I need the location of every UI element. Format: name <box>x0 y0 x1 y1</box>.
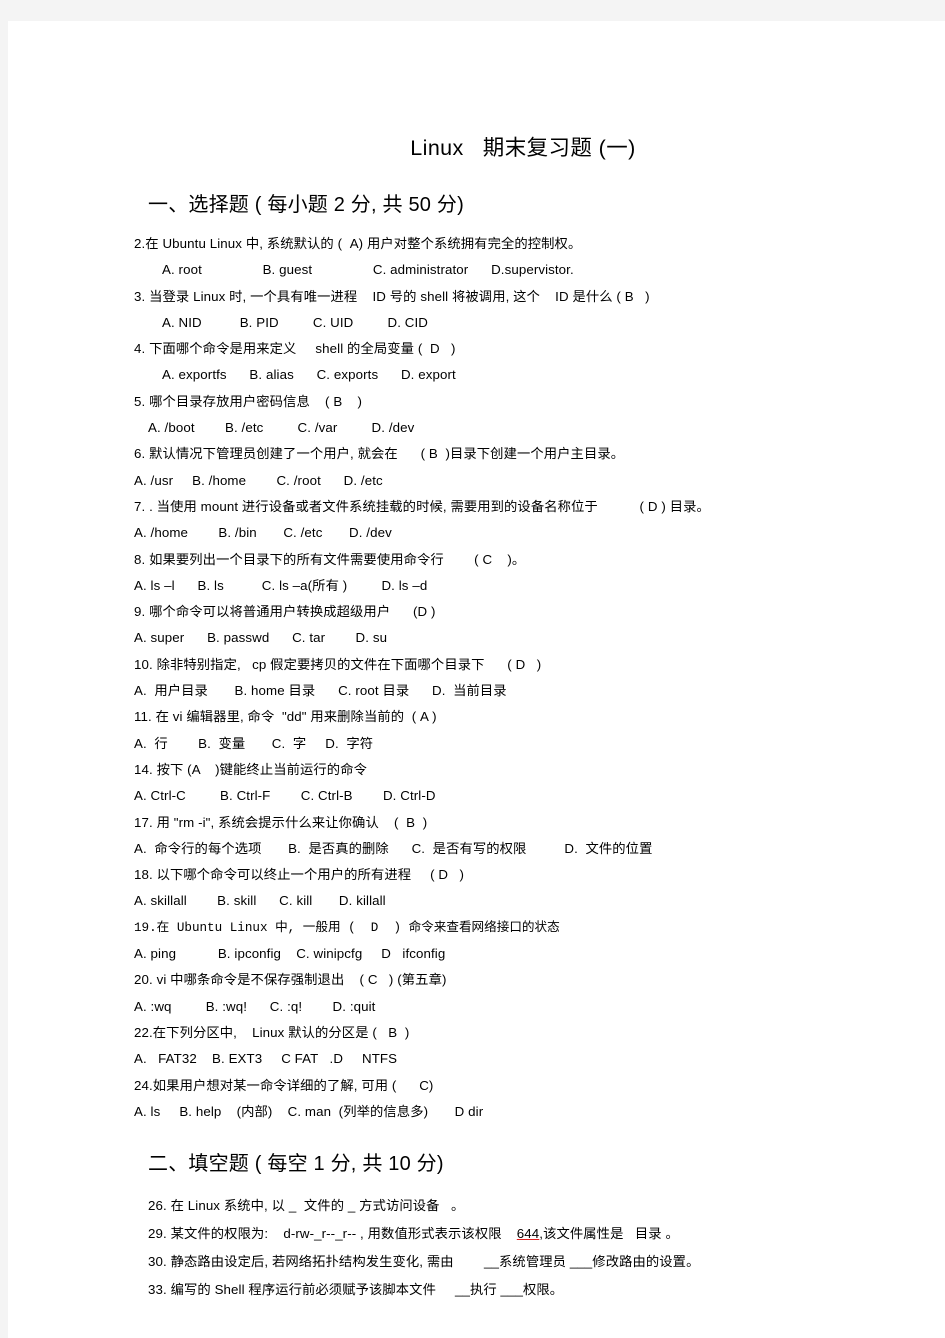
document-page: Linux 期末复习题 (一) 一、选择题 ( 每小题 2 分, 共 50 分)… <box>8 21 945 1338</box>
option-line: A. root B. guest C. administrator D.supe… <box>162 262 574 278</box>
question-line: 19.在 Ubuntu Linux 中, 一般用 ( D ) 命令来查看网络接口… <box>134 920 560 935</box>
fill-in-blank-line: 29. 某文件的权限为: d-rw-_r--_r-- , 用数值形式表示该权限 … <box>134 1220 894 1248</box>
option-line: A. ls –l B. ls C. ls –a(所有 ) D. ls –d <box>134 577 428 593</box>
option-line: A. NID B. PID C. UID D. CID <box>162 314 429 330</box>
fill-text-pre: 26. 在 Linux 系统中, 以 _ 文件的 _ 方式访问设备 。 <box>148 1198 465 1214</box>
question-line: 4. 下面哪个命令是用来定义 shell 的全局变量 ( D ) <box>134 341 456 357</box>
fill-text-pre: 30. 静态路由设定后, 若网络拓扑结构发生变化, 需由 __系统管理员 ___… <box>148 1254 700 1270</box>
question-line: 6. 默认情况下管理员创建了一个用户, 就会在 ( B )目录下创建一个用户主目… <box>134 446 625 462</box>
page-title: Linux 期末复习题 (一) <box>410 136 636 160</box>
fill-in-blank-line: 26. 在 Linux 系统中, 以 _ 文件的 _ 方式访问设备 。 <box>134 1192 894 1220</box>
option-line: A. ping B. ipconfig C. winipcfg D ifconf… <box>134 946 446 962</box>
multiple-choice-question-list: 2.在 Ubuntu Linux 中, 系统默认的 ( A) 用户对整个系统拥有… <box>134 231 894 1125</box>
fill-text-post: ,该文件属性是 目录 。 <box>539 1226 679 1242</box>
option-line: A. skillall B. skill C. kill D. killall <box>134 893 386 909</box>
question-line: 24.如果用户想对某一命令详细的了解, 可用 ( C) <box>134 1077 434 1093</box>
misspelled-value: 644 <box>516 1226 540 1242</box>
option-line: A. /usr B. /home C. /root D. /etc <box>134 472 383 488</box>
option-line: A. /home B. /bin C. /etc D. /dev <box>134 525 392 541</box>
option-line: A. super B. passwd C. tar D. su <box>134 630 388 646</box>
option-line: A. Ctrl-C B. Ctrl-F C. Ctrl-B D. Ctrl-D <box>134 788 436 804</box>
option-line: A. exportfs B. alias C. exports D. expor… <box>162 367 456 383</box>
section-heading-fill-in-blank: 二、填空题 ( 每空 1 分, 共 10 分) <box>148 1153 444 1176</box>
option-line: A. /boot B. /etc C. /var D. /dev <box>148 420 415 436</box>
question-line: 2.在 Ubuntu Linux 中, 系统默认的 ( A) 用户对整个系统拥有… <box>134 236 582 251</box>
question-line: 7. . 当使用 mount 进行设备或者文件系统挂载的时候, 需要用到的设备名… <box>134 498 710 514</box>
question-line: 5. 哪个目录存放用户密码信息 ( B ) <box>134 393 363 409</box>
option-line: A. 用户目录 B. home 目录 C. root 目录 D. 当前目录 <box>134 683 507 699</box>
fill-text-pre: 33. 编写的 Shell 程序运行前必须赋予该脚本文件 __执行 ___权限。 <box>148 1282 564 1298</box>
option-line: A. FAT32 B. EXT3 C FAT .D NTFS <box>134 1051 398 1067</box>
question-line: 22.在下列分区中, Linux 默认的分区是 ( B ) <box>134 1024 410 1040</box>
question-line: 18. 以下哪个命令可以终止一个用户的所有进程 ( D ) <box>134 867 465 883</box>
fill-in-blank-line: 30. 静态路由设定后, 若网络拓扑结构发生变化, 需由 __系统管理员 ___… <box>134 1248 894 1276</box>
question-line: 11. 在 vi 编辑器里, 命令 "dd" 用来删除当前的 ( A ) <box>134 709 437 725</box>
option-line: A. :wq B. :wq! C. :q! D. :quit <box>134 998 376 1014</box>
fill-in-blank-line: 33. 编写的 Shell 程序运行前必须赋予该脚本文件 __执行 ___权限。 <box>134 1276 894 1304</box>
question-line: 17. 用 "rm -i", 系统会提示什么来让你确认 ( B ) <box>134 814 428 830</box>
question-line: 9. 哪个命令可以将普通用户转换成超级用户 (D ) <box>134 604 436 620</box>
question-line: 14. 按下 (A )键能终止当前运行的命令 <box>134 761 368 777</box>
question-line: 8. 如果要列出一个目录下的所有文件需要使用命令行 ( C )。 <box>134 551 526 567</box>
section-heading-multiple-choice: 一、选择题 ( 每小题 2 分, 共 50 分) <box>148 194 464 216</box>
question-line: 10. 除非特别指定, cp 假定要拷贝的文件在下面哪个目录下 ( D ) <box>134 656 542 672</box>
document-content: Linux 期末复习题 (一) 一、选择题 ( 每小题 2 分, 共 50 分)… <box>134 131 894 1304</box>
question-line: 20. vi 中哪条命令是不保存强制退出 ( C ) (第五章) <box>134 972 447 988</box>
option-line: A. 命令行的每个选项 B. 是否真的删除 C. 是否有写的权限 D. 文件的位… <box>134 840 653 856</box>
fill-text-pre: 29. 某文件的权限为: d-rw-_r--_r-- , 用数值形式表示该权限 <box>148 1226 517 1242</box>
option-line: A. ls B. help (内部) C. man (列举的信息多) D dir <box>134 1103 484 1119</box>
fill-in-blank-question-list: 26. 在 Linux 系统中, 以 _ 文件的 _ 方式访问设备 。 29. … <box>134 1192 894 1304</box>
option-line: A. 行 B. 变量 C. 字 D. 字符 <box>134 735 374 751</box>
question-line: 3. 当登录 Linux 时, 一个具有唯一进程 ID 号的 shell 将被调… <box>134 288 650 304</box>
